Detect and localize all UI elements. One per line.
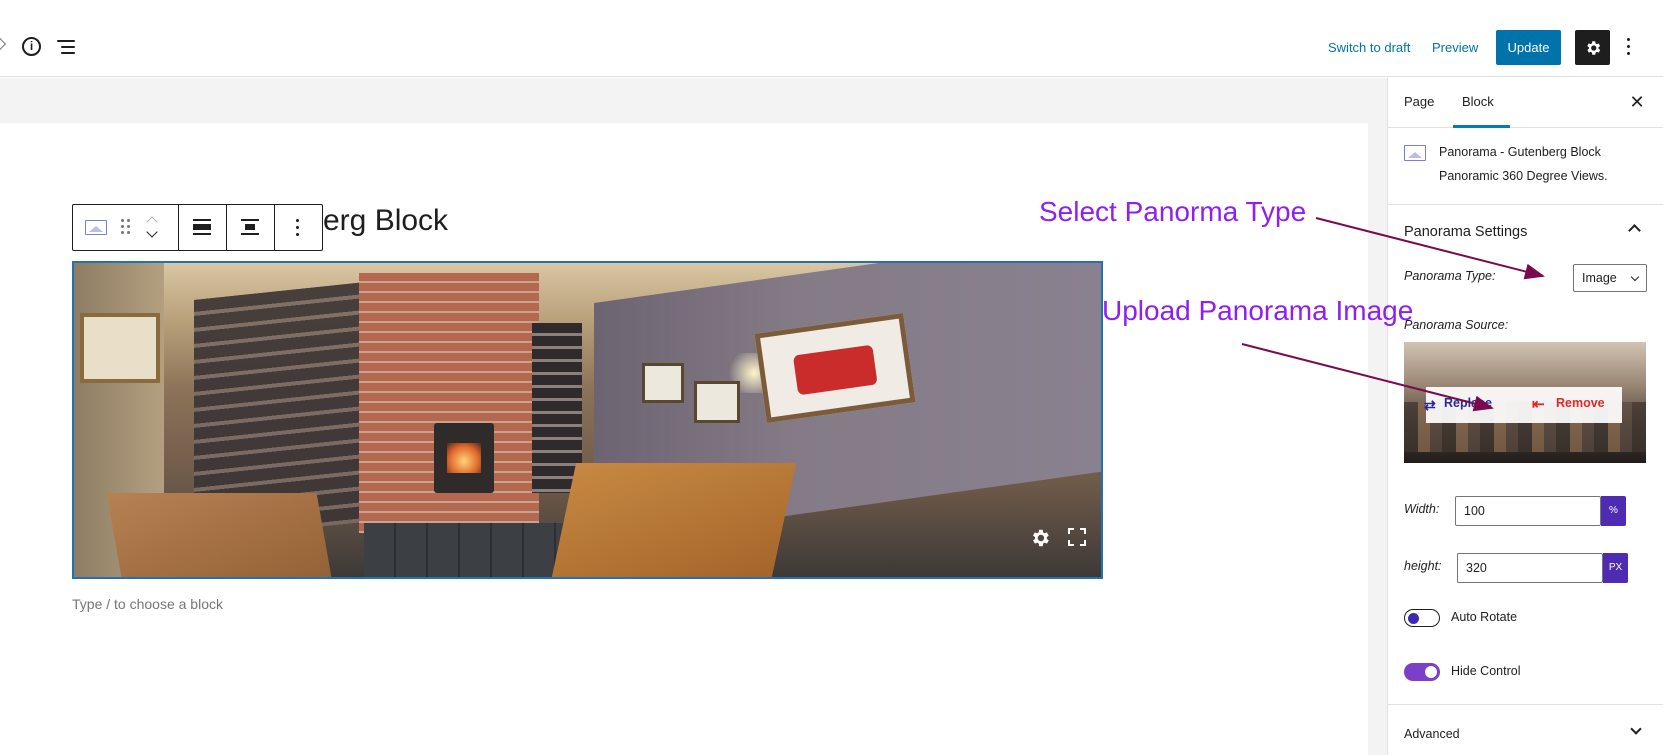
annotation-select-type: Select Panorma Type bbox=[1039, 196, 1307, 227]
block-card: Panorama - Gutenberg Block Panoramic 360… bbox=[1388, 129, 1663, 205]
close-icon[interactable]: ✕ bbox=[1625, 90, 1649, 114]
block-toolbar bbox=[72, 204, 323, 251]
panorama-type-value: Image bbox=[1582, 271, 1617, 285]
more-options-icon[interactable] bbox=[1625, 38, 1631, 58]
height-label: height: bbox=[1404, 559, 1442, 573]
panorama-type-label: Panorama Type: bbox=[1404, 269, 1496, 283]
chevron-down-icon bbox=[1630, 272, 1640, 282]
block-card-description: Panoramic 360 Degree Views. bbox=[1439, 169, 1608, 183]
remove-icon[interactable]: ⇤ bbox=[1532, 395, 1545, 413]
fullscreen-icon[interactable] bbox=[1068, 528, 1086, 546]
panorama-block-icon bbox=[1404, 145, 1426, 161]
align-center-icon[interactable] bbox=[241, 219, 259, 235]
width-unit-badge[interactable]: % bbox=[1601, 496, 1626, 526]
top-toolbar: i Switch to draft Preview Update bbox=[0, 0, 1663, 77]
width-label: Width: bbox=[1404, 502, 1440, 516]
hide-control-toggle[interactable] bbox=[1404, 663, 1440, 681]
replace-icon[interactable]: ⇄ bbox=[1424, 397, 1436, 414]
block-appender-placeholder[interactable]: Type / to choose a block bbox=[72, 596, 223, 612]
tab-page[interactable]: Page bbox=[1404, 94, 1434, 109]
update-button[interactable]: Update bbox=[1496, 30, 1561, 65]
block-options-icon[interactable] bbox=[296, 219, 300, 237]
active-tab-indicator bbox=[1453, 125, 1510, 128]
drag-handle-icon[interactable] bbox=[121, 219, 131, 235]
advanced-label: Advanced bbox=[1404, 727, 1460, 741]
block-card-title: Panorama - Gutenberg Block bbox=[1439, 145, 1601, 159]
info-icon[interactable]: i bbox=[22, 37, 41, 56]
chevron-up-icon[interactable] bbox=[1628, 224, 1641, 237]
block-align-icon[interactable] bbox=[193, 219, 211, 235]
editor-screen: i Switch to draft Preview Update erg Blo… bbox=[0, 0, 1663, 755]
panel-title[interactable]: Panorama Settings bbox=[1404, 224, 1527, 240]
remove-button[interactable]: Remove bbox=[1556, 396, 1605, 410]
panorama-type-select[interactable]: Image bbox=[1573, 264, 1647, 292]
panorama-image[interactable] bbox=[74, 263, 1101, 577]
undo-icon[interactable] bbox=[0, 36, 7, 52]
panorama-source-thumbnail[interactable]: ⇄ Replace ⇤ Remove bbox=[1404, 342, 1646, 463]
viewer-settings-icon[interactable] bbox=[1029, 527, 1051, 549]
width-input[interactable]: 100 bbox=[1455, 496, 1601, 526]
sidebar-tabs: Page Block ✕ bbox=[1388, 78, 1663, 128]
height-unit-badge[interactable]: PX bbox=[1603, 553, 1628, 583]
move-up-down-icon[interactable] bbox=[145, 213, 159, 243]
chevron-down-icon bbox=[1630, 723, 1642, 735]
tab-block[interactable]: Block bbox=[1462, 94, 1494, 109]
advanced-panel[interactable]: Advanced bbox=[1388, 704, 1663, 755]
list-view-icon[interactable] bbox=[57, 39, 77, 55]
hide-control-label: Hide Control bbox=[1451, 664, 1521, 678]
panorama-source-label: Panorama Source: bbox=[1404, 318, 1509, 332]
height-input[interactable]: 320 bbox=[1457, 553, 1603, 583]
replace-button[interactable]: Replace bbox=[1444, 396, 1492, 410]
switch-to-draft-button[interactable]: Switch to draft bbox=[1328, 40, 1410, 55]
annotation-upload-image: Upload Panorama Image bbox=[1102, 295, 1414, 326]
post-title[interactable]: erg Block bbox=[323, 204, 448, 238]
auto-rotate-toggle[interactable] bbox=[1404, 609, 1440, 627]
settings-gear-icon[interactable] bbox=[1575, 30, 1610, 65]
settings-sidebar: Page Block ✕ Panorama - Gutenberg Block … bbox=[1387, 78, 1663, 755]
preview-button[interactable]: Preview bbox=[1432, 40, 1478, 55]
auto-rotate-label: Auto Rotate bbox=[1451, 610, 1518, 624]
panorama-block-icon[interactable] bbox=[85, 220, 107, 235]
panorama-viewer[interactable] bbox=[72, 261, 1103, 579]
